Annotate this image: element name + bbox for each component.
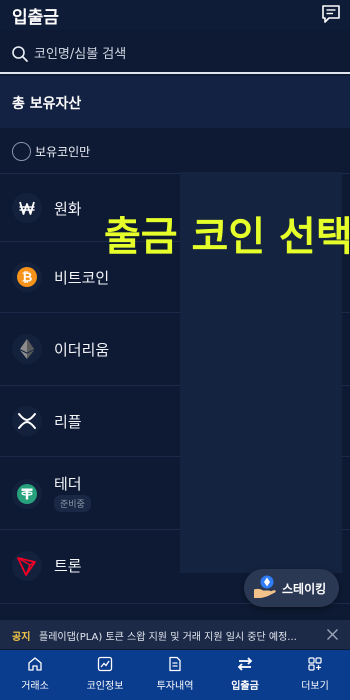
bitcoin-icon: ₿ — [12, 262, 42, 292]
search-bar — [0, 36, 350, 74]
xrp-icon — [12, 406, 42, 436]
coin-name: 트론 — [54, 557, 82, 575]
tether-icon — [12, 479, 42, 509]
nav-label: 입출금 — [231, 681, 259, 692]
overlay-caption: 출금 코인 선택 — [104, 214, 350, 260]
nav-item-exchange[interactable]: 거래소 — [0, 650, 70, 700]
staking-button[interactable]: 스테이킹 — [244, 569, 339, 607]
app-header: 입출금 — [0, 0, 350, 30]
status-badge: 준비중 — [54, 495, 91, 512]
nav-item-deposit-withdraw[interactable]: 입출금 — [210, 650, 280, 700]
nav-label: 더보기 — [301, 681, 329, 692]
more-grid-icon — [308, 657, 322, 671]
held-coins-filter[interactable]: 보유코인만 — [0, 128, 350, 174]
nav-item-coin-info[interactable]: 코인정보 — [70, 650, 140, 700]
transfer-icon — [237, 657, 253, 671]
total-assets-section: 총 보유자산 — [0, 76, 350, 128]
notice-tag: 공지 — [12, 632, 31, 643]
nav-label: 거래소 — [21, 681, 49, 692]
held-coins-radio[interactable] — [12, 142, 31, 161]
total-assets-title: 총 보유자산 — [12, 96, 82, 112]
chart-icon — [97, 656, 113, 672]
nav-item-more[interactable]: 더보기 — [280, 650, 350, 700]
chat-list-icon[interactable] — [320, 3, 342, 25]
coin-name: 테더 — [54, 475, 82, 493]
close-icon[interactable] — [326, 628, 339, 641]
ethereum-icon — [12, 334, 42, 364]
bottom-nav: 거래소 코인정보 투자내역 입출금 더보기 — [0, 650, 350, 700]
tron-icon — [12, 551, 42, 581]
coin-name: 원화 — [54, 200, 82, 218]
nav-label: 투자내역 — [156, 681, 194, 692]
notice-text[interactable]: 플레이댑(PLA) 토큰 스왑 지원 및 거래 지원 일시 중단 예정... — [39, 628, 307, 643]
search-icon — [12, 46, 28, 62]
held-coins-label: 보유코인만 — [35, 145, 91, 159]
staking-hand-icon — [253, 575, 276, 598]
coin-name: 이더리움 — [54, 341, 110, 359]
staking-label: 스테이킹 — [282, 582, 327, 596]
nav-item-investment-history[interactable]: 투자내역 — [140, 650, 210, 700]
coin-name: 리플 — [54, 413, 82, 431]
krw-icon — [12, 193, 42, 223]
home-icon — [28, 657, 42, 671]
nav-label: 코인정보 — [86, 681, 124, 692]
notice-banner[interactable]: 공지 플레이댑(PLA) 토큰 스왑 지원 및 거래 지원 일시 중단 예정..… — [0, 620, 350, 649]
document-icon — [169, 656, 181, 672]
page-title: 입출금 — [12, 8, 59, 28]
coin-name: 비트코인 — [54, 269, 110, 287]
svg-text:₿: ₿ — [22, 271, 33, 286]
search-input[interactable] — [34, 44, 334, 64]
